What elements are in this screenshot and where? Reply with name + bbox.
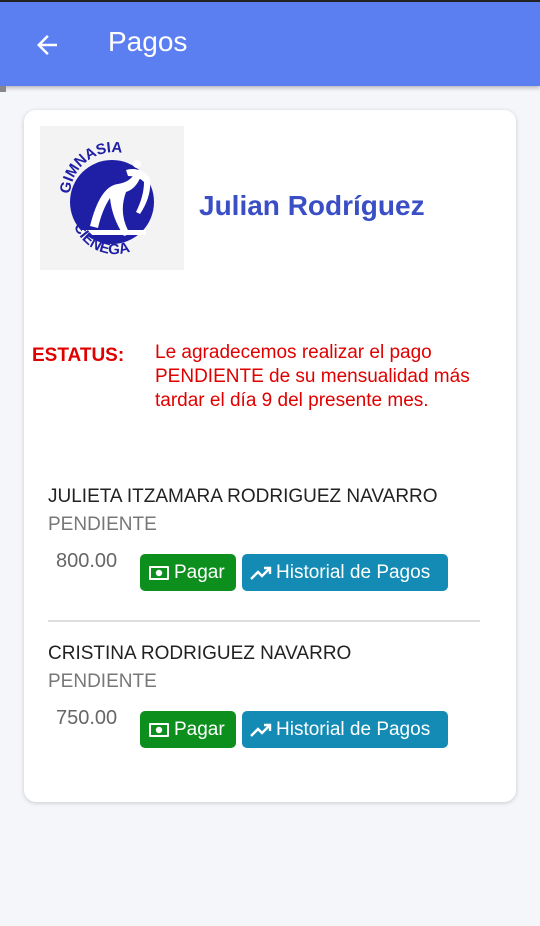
arrow-left-icon [37, 35, 57, 55]
member-name: CRISTINA RODRIGUEZ NAVARRO [48, 643, 352, 664]
status-label: ESTATUS: [32, 345, 125, 366]
payment-history-button[interactable]: Historial de Pagos [242, 711, 448, 748]
member-payment-row: CRISTINA RODRIGUEZ NAVARRO PENDIENTE 750… [48, 643, 480, 748]
scroll-indicator [0, 86, 6, 92]
payment-status: PENDIENTE [48, 671, 157, 692]
payment-history-button[interactable]: Historial de Pagos [242, 554, 448, 591]
account-holder-name: Julian Rodríguez [199, 190, 425, 221]
trending-up-icon [250, 566, 272, 580]
payment-amount: 800.00 [56, 550, 118, 572]
divider [48, 620, 480, 622]
money-icon [149, 722, 169, 737]
page-title: Pagos [108, 26, 188, 57]
history-button-label: Historial de Pagos [276, 718, 431, 740]
member-name: JULIETA ITZAMARA RODRIGUEZ NAVARRO [48, 486, 438, 507]
payment-card: GIMNASIA CIENEGA Julian Rodríguez ESTATU… [24, 110, 516, 802]
member-payment-row: JULIETA ITZAMARA RODRIGUEZ NAVARRO PENDI… [48, 486, 480, 591]
pay-button-label: Pagar [174, 561, 225, 583]
app-bar: Pagos [0, 0, 540, 86]
trending-up-icon [250, 723, 272, 737]
pay-button-label: Pagar [174, 718, 225, 740]
status-message: Le agradecemos realizar el pago PENDIENT… [155, 342, 470, 411]
back-button[interactable] [26, 26, 70, 66]
money-icon [149, 565, 169, 580]
payment-status: PENDIENTE [48, 514, 157, 535]
history-button-label: Historial de Pagos [276, 561, 431, 583]
payment-amount: 750.00 [56, 707, 118, 729]
pay-button[interactable]: Pagar [140, 554, 236, 591]
pay-button[interactable]: Pagar [140, 711, 236, 748]
gym-logo: GIMNASIA CIENEGA [40, 126, 184, 270]
